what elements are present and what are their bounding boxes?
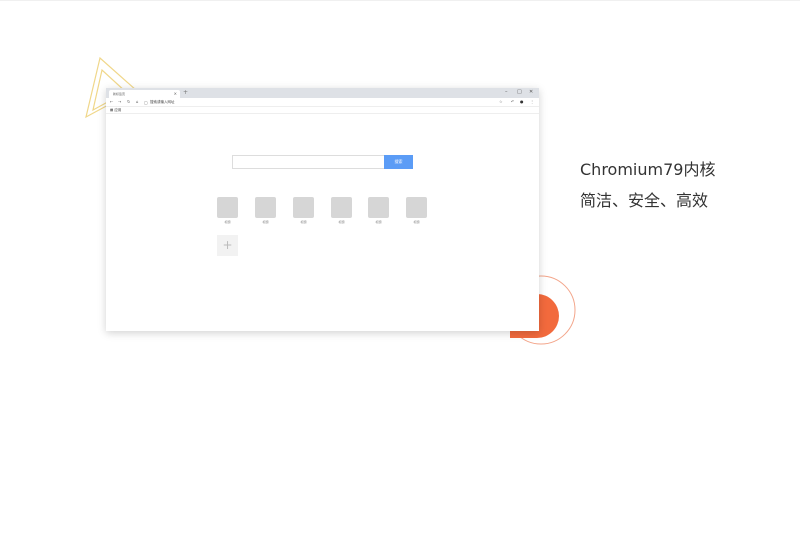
bookmark-bar: ▦ 应用 [106, 107, 539, 114]
tile-label: 标题 [413, 220, 420, 224]
maximize-button[interactable]: □ [517, 89, 522, 95]
shortcut-tile[interactable]: 标题 [406, 197, 427, 224]
tile-label: 标题 [300, 220, 307, 224]
tab-title: 新标签页 [113, 92, 126, 96]
toolbar: ← → ↻ ⌂ ▢ 搜索或输入网址 ☆ ↶ ● ⋮ [106, 98, 539, 107]
close-tab-icon[interactable]: × [174, 91, 177, 96]
close-window-button[interactable]: ✕ [529, 89, 533, 95]
account-icon[interactable]: ● [520, 99, 524, 104]
reload-icon[interactable]: ↻ [127, 99, 130, 104]
shortcut-tile[interactable]: 标题 [293, 197, 314, 224]
tab-new-tab[interactable]: 新标签页 × [109, 90, 180, 98]
shortcut-tile[interactable]: 标题 [217, 197, 238, 224]
feature-subtitle: 简洁、安全、高效 [580, 191, 709, 210]
menu-icon[interactable]: ⋮ [530, 99, 534, 104]
bookmark-apps[interactable]: 应用 [114, 108, 121, 112]
star-icon[interactable]: ☆ [499, 99, 503, 104]
shortcut-tile[interactable]: 标题 [368, 197, 389, 224]
address-bar[interactable]: 搜索或输入网址 [150, 100, 175, 105]
tile-label: 标题 [262, 220, 269, 224]
forward-icon[interactable]: → [118, 99, 121, 104]
new-tab-button[interactable]: + [183, 89, 188, 96]
add-shortcut-button[interactable]: + [217, 235, 238, 256]
search-button[interactable]: 搜索 [384, 155, 413, 169]
tile-label: 标题 [375, 220, 382, 224]
tab-bar: 新标签页 × + – □ ✕ [106, 88, 539, 98]
back-icon[interactable]: ← [110, 99, 113, 104]
home-icon[interactable]: ⌂ [136, 99, 139, 104]
shortcut-tile[interactable]: 标题 [331, 197, 352, 224]
tile-label: 标题 [338, 220, 345, 224]
search-input[interactable] [232, 155, 385, 169]
minimize-button[interactable]: – [505, 89, 508, 95]
page-icon: ▢ [144, 100, 148, 105]
history-icon[interactable]: ↶ [511, 99, 514, 104]
shortcut-tile[interactable]: 标题 [255, 197, 276, 224]
browser-window: 新标签页 × + – □ ✕ ← → ↻ ⌂ ▢ 搜索或输入网址 ☆ ↶ ● ⋮ … [106, 88, 539, 331]
feature-title: Chromium79内核 [580, 160, 716, 179]
tile-label: 标题 [224, 220, 231, 224]
